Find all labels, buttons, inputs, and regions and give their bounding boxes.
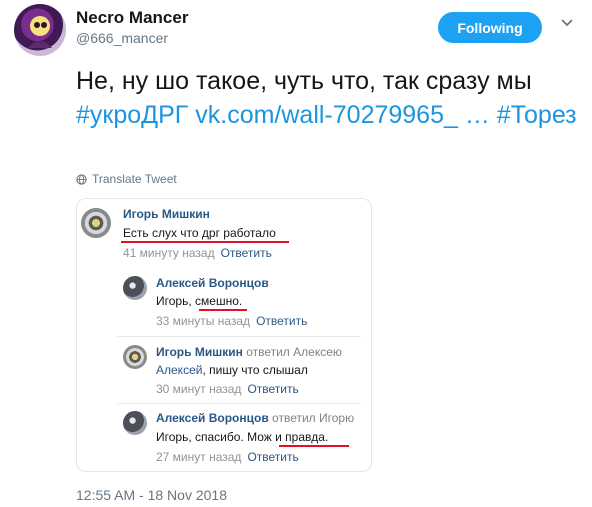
- comment-text-body: , пишу что слышал: [202, 363, 308, 377]
- chevron-down-icon[interactable]: [560, 16, 574, 30]
- comment-mention: Алексей: [156, 363, 203, 377]
- comment-meta: 41 минуту назад Ответить: [123, 246, 272, 260]
- divider: [117, 403, 361, 404]
- commenter-avatar: [81, 208, 111, 238]
- commenter-avatar: [123, 411, 147, 435]
- replied-to: ответил Игорю: [272, 411, 355, 425]
- avatar-image: [28, 16, 52, 48]
- comment-time: 33 минуты назад: [156, 314, 251, 328]
- avatar[interactable]: [14, 4, 66, 56]
- comment-author: Алексей Воронцов ответил Игорю: [156, 411, 354, 425]
- comment-meta: 27 минут назад Ответить: [156, 450, 299, 464]
- translate-label: Translate Tweet: [92, 172, 177, 186]
- comment-text: Игорь, спасибо. Мож и правда.: [156, 430, 328, 444]
- comment-time: 41 минуту назад: [123, 246, 215, 260]
- comment-text-prefix: Игорь,: [156, 294, 192, 308]
- tweet-timestamp[interactable]: 12:55 AM - 18 Nov 2018: [76, 487, 227, 503]
- tweet-text: Не, ну шо такое, чуть что, так сразу мы …: [76, 64, 580, 132]
- comment-author: Алексей Воронцов: [156, 276, 269, 290]
- globe-icon: [76, 173, 87, 185]
- user-handle[interactable]: @666_mancer: [76, 30, 168, 46]
- comment-time: 30 минут назад: [156, 382, 242, 396]
- comment-text: Есть слух что дрг работало: [123, 226, 276, 240]
- comment-author: Игорь Мишкин ответил Алексею: [156, 345, 342, 359]
- red-underline: [121, 241, 289, 243]
- comment-text: Алексей, пишу что слышал: [156, 363, 308, 377]
- tweet-link[interactable]: vk.com/wall-70279965_ …: [195, 101, 490, 129]
- display-name[interactable]: Necro Mancer: [76, 8, 188, 28]
- reply-link: Ответить: [220, 246, 272, 260]
- comment-meta: 30 минут назад Ответить: [156, 382, 299, 396]
- hashtag-ukrodrg[interactable]: #укроДРГ: [76, 101, 188, 129]
- reply-link: Ответить: [247, 382, 299, 396]
- tweet-text-body: Не, ну шо такое, чуть что, так сразу мы: [76, 67, 532, 95]
- red-underline: [279, 445, 349, 447]
- comment-text-underlined: Мож и правда.: [247, 430, 329, 444]
- red-underline: [199, 309, 247, 311]
- embedded-image-card[interactable]: Игорь Мишкин Есть слух что дрг работало …: [76, 198, 372, 472]
- hashtag-torez[interactable]: #Торез: [497, 101, 577, 129]
- translate-tweet-link[interactable]: Translate Tweet: [76, 172, 177, 186]
- comment-meta: 33 минуты назад Ответить: [156, 314, 307, 328]
- comment-time: 27 минут назад: [156, 450, 242, 464]
- comment-author-name: Игорь Мишкин: [156, 345, 243, 359]
- comment-text-prefix: Игорь, спасибо.: [156, 430, 244, 444]
- replied-to: ответил Алексею: [246, 345, 342, 359]
- commenter-avatar: [123, 276, 147, 300]
- divider: [117, 336, 361, 337]
- comment-author-name: Алексей Воронцов: [156, 411, 269, 425]
- reply-link: Ответить: [247, 450, 299, 464]
- following-button[interactable]: Following: [438, 12, 542, 43]
- commenter-avatar: [123, 345, 147, 369]
- comment-author: Игорь Мишкин: [123, 207, 210, 221]
- reply-link: Ответить: [256, 314, 308, 328]
- comment-text: Игорь, смешно.: [156, 294, 242, 308]
- comment-text-underlined: смешно.: [195, 294, 243, 308]
